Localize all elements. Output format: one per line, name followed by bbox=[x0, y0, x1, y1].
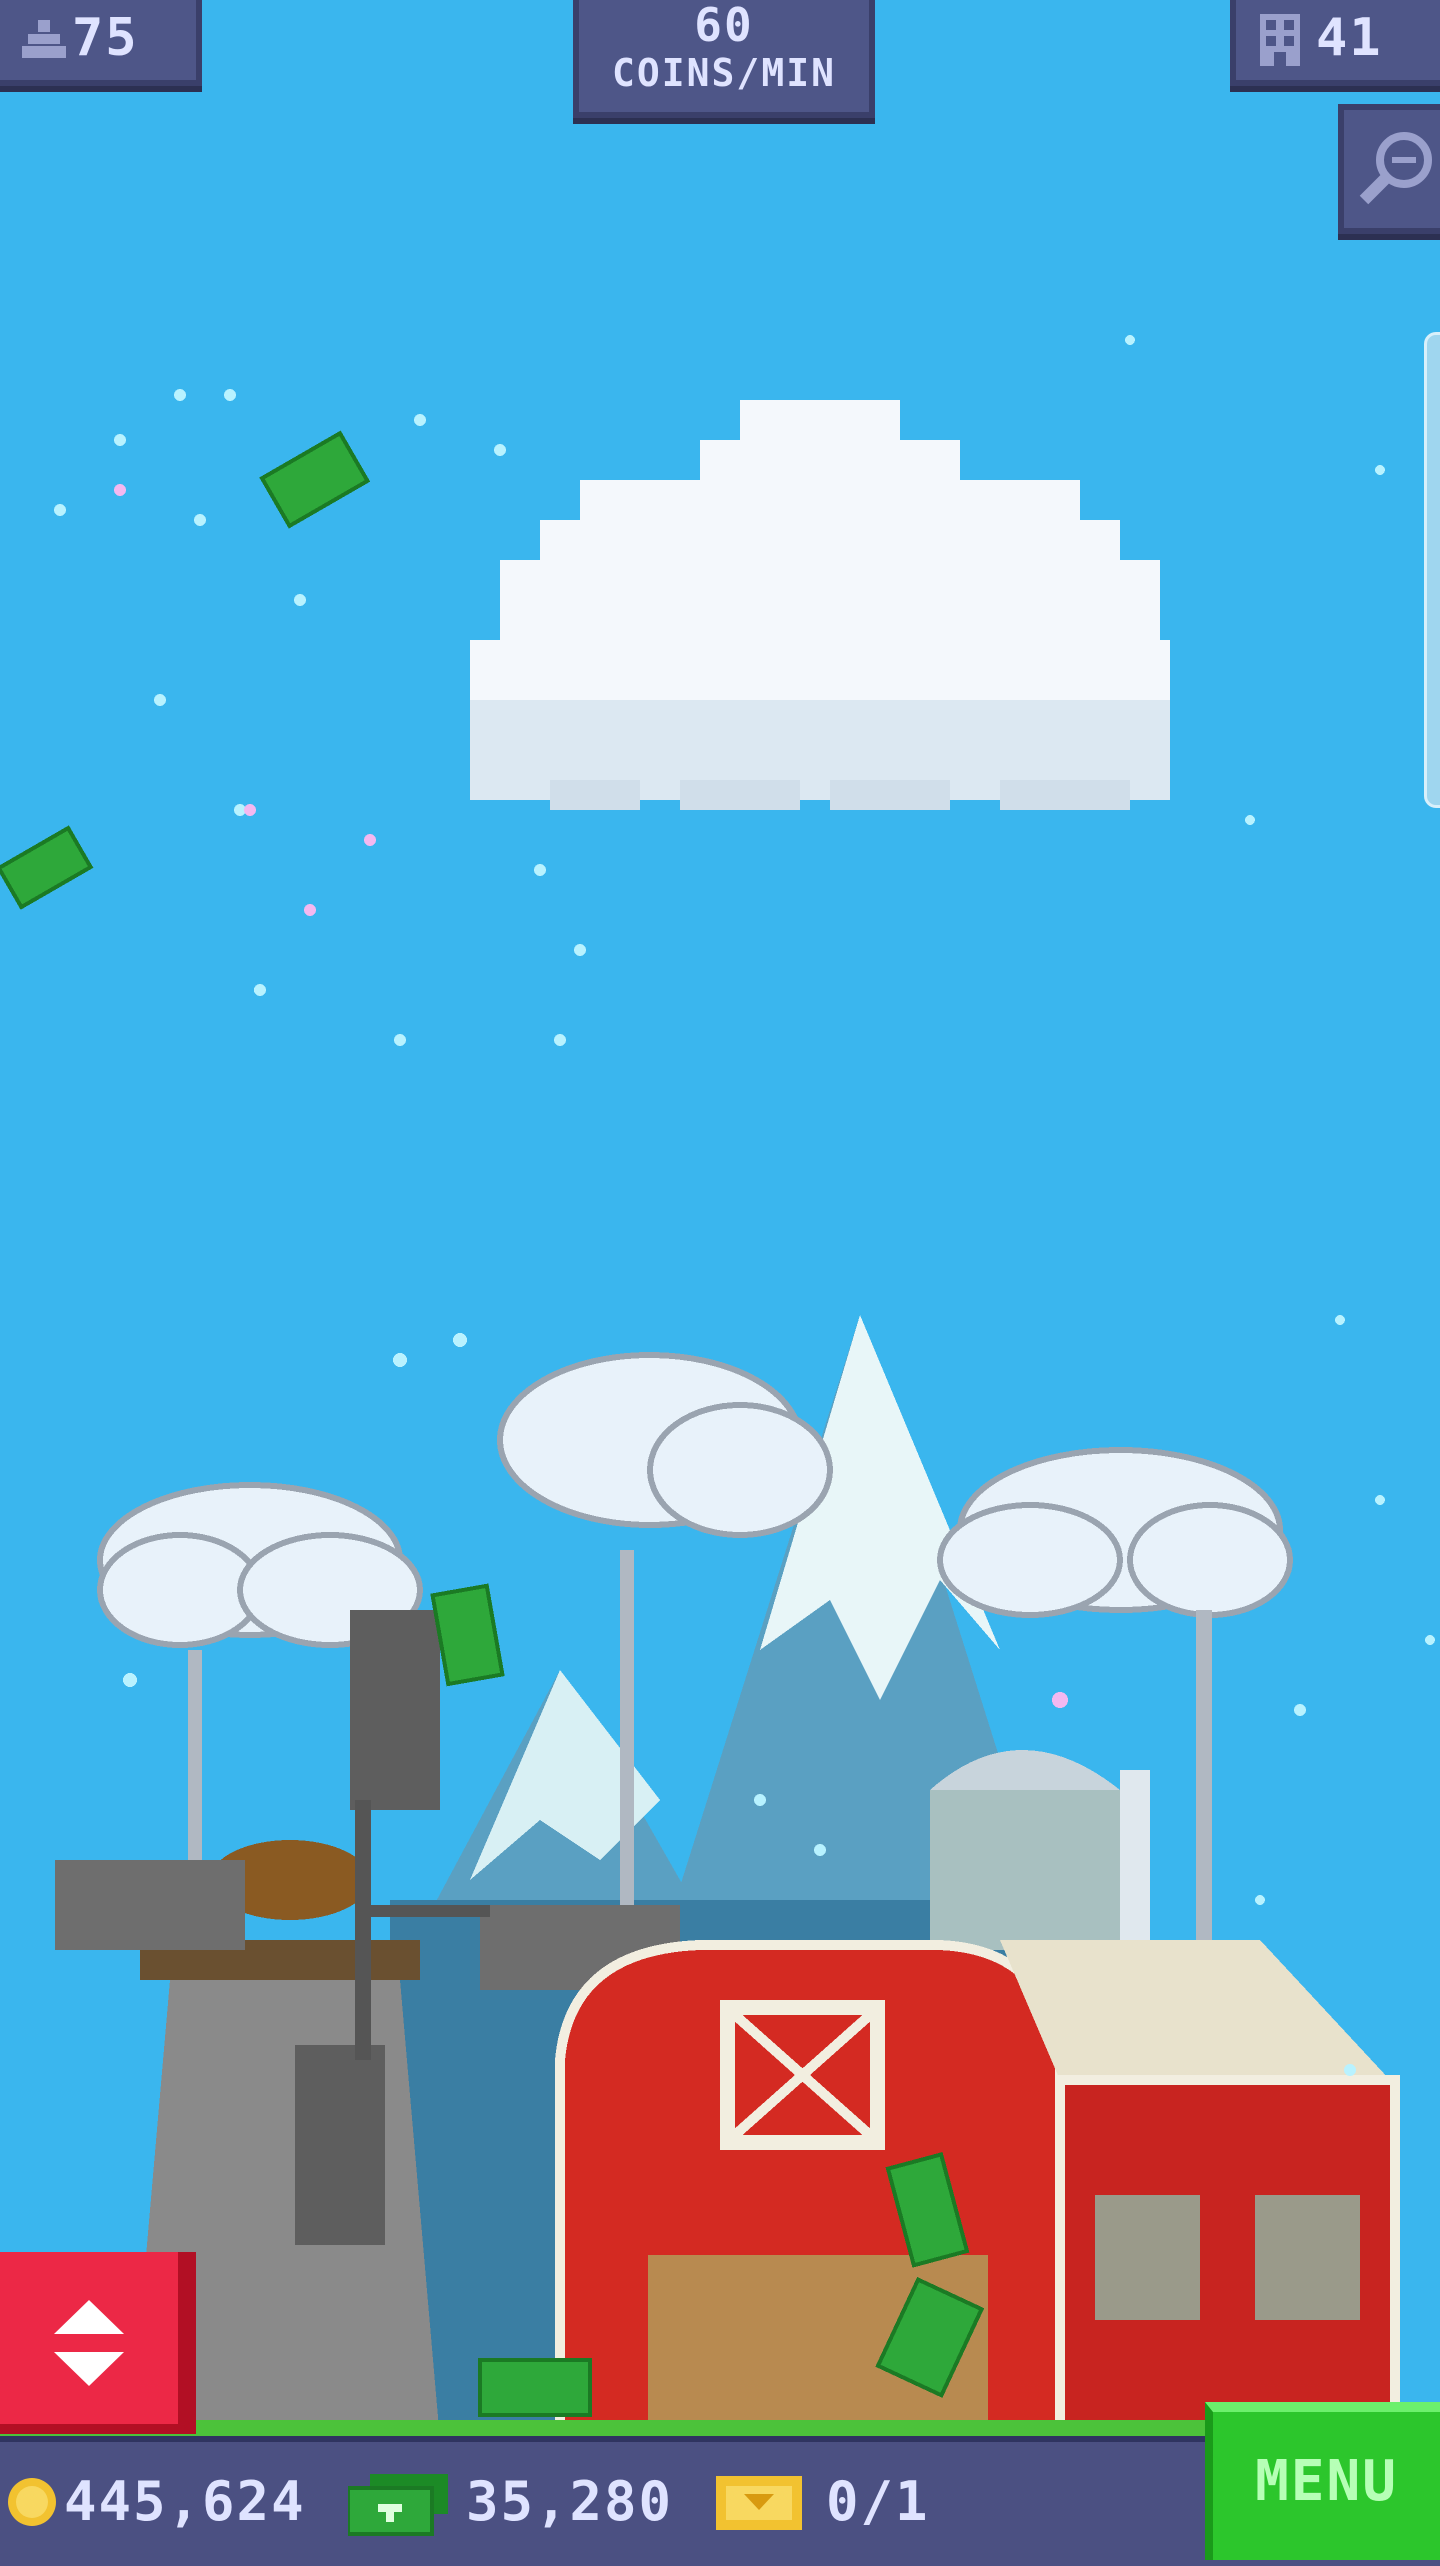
bux-icon bbox=[348, 2474, 448, 2536]
zoom-out-icon bbox=[1359, 132, 1432, 205]
zoom-out-button[interactable] bbox=[1338, 104, 1440, 234]
ticket-icon bbox=[716, 2476, 802, 2530]
tickets-value: 0/1 bbox=[826, 2470, 930, 2533]
coins-rate-panel[interactable]: 60 COINS/MIN bbox=[573, 0, 875, 118]
floors-counter[interactable]: 41 bbox=[1230, 0, 1440, 86]
side-pull-tab[interactable] bbox=[1424, 332, 1440, 808]
coin-icon bbox=[8, 2478, 56, 2526]
coins-rate-label: COINS/MIN bbox=[612, 51, 836, 95]
silo bbox=[930, 1750, 1150, 1950]
population-counter[interactable]: 75 bbox=[0, 0, 202, 86]
coins-value: 445,624 bbox=[64, 2470, 306, 2533]
elevator-arrows-icon bbox=[54, 2300, 124, 2386]
coins-rate-value: 60 bbox=[694, 0, 754, 52]
floors-value: 41 bbox=[1316, 8, 1383, 68]
population-value: 75 bbox=[72, 8, 139, 68]
cloud-middle bbox=[497, 1352, 833, 1538]
building-icon bbox=[1260, 14, 1300, 66]
menu-button[interactable]: MENU bbox=[1205, 2402, 1440, 2560]
elevator-button[interactable] bbox=[0, 2252, 196, 2434]
cloud-right bbox=[937, 1447, 1293, 1618]
cloud-large bbox=[470, 400, 1170, 810]
person-icon bbox=[22, 20, 66, 58]
barn bbox=[555, 1940, 1400, 2445]
bux-value: 35,280 bbox=[466, 2470, 674, 2533]
game-scene[interactable] bbox=[0, 0, 1440, 2560]
